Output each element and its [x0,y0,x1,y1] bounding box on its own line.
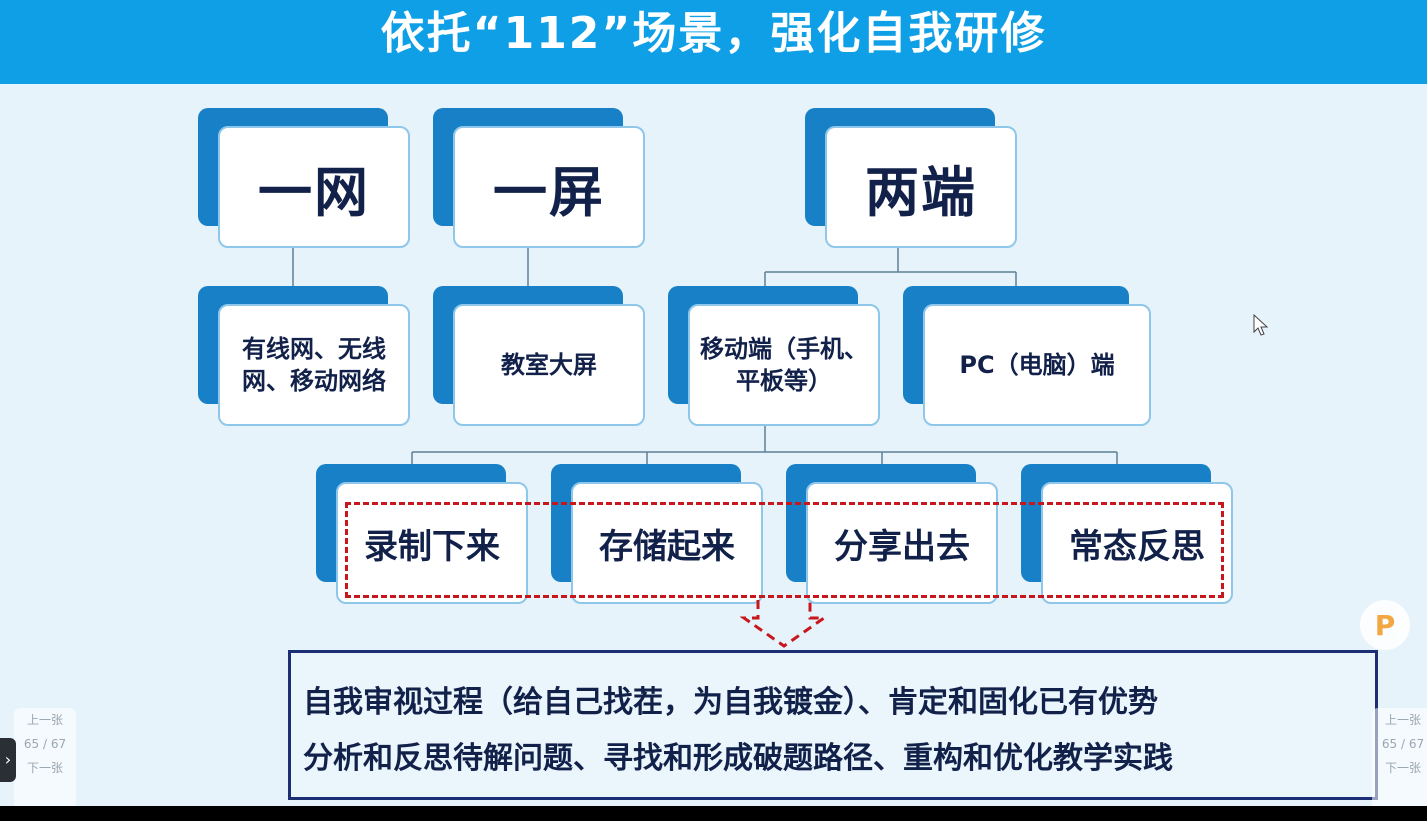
node-mobile: 移动端（手机、 平板等） [668,286,882,428]
node-mobile-label: 移动端（手机、 平板等） [688,304,880,426]
node-yiwang: 一网 [198,108,412,250]
node-yiwang-label: 一网 [218,126,410,248]
node-screen-label: 教室大屏 [453,304,645,426]
node-network-label: 有线网、无线 网、移动网络 [218,304,410,426]
next-slide-button[interactable]: 下一张 [14,756,76,780]
node-pc-label: PC（电脑）端 [923,304,1151,426]
bottom-bar [0,806,1427,821]
side-panel-toggle-icon[interactable]: › [0,738,16,782]
nav-panel-right: 上一张 65 / 67 下一张 [1372,708,1427,818]
nav-panel-left: 上一张 65 / 67 下一张 [14,708,76,818]
page-indicator-right: 65 / 67 [1381,737,1425,751]
next-slide-button-right[interactable]: 下一张 [1372,756,1427,780]
node-pc: PC（电脑）端 [903,286,1153,428]
node-yiping-label: 一屏 [453,126,645,248]
summary-line-2: 分析和反思待解问题、寻找和形成破题路径、重构和优化教学实践 [303,741,1173,776]
down-arrow-icon [740,600,829,648]
prev-slide-button[interactable]: 上一张 [14,708,76,732]
prev-slide-button-right[interactable]: 上一张 [1372,708,1427,732]
summary-box: 自我审视过程（给自己找茬，为自我镀金）、肯定和固化已有优势 分析和反思待解问题、… [288,650,1378,800]
node-liangduan: 两端 [805,108,1019,250]
node-liangduan-label: 两端 [825,126,1017,248]
node-screen: 教室大屏 [433,286,647,428]
node-yiping: 一屏 [433,108,647,250]
mouse-cursor-icon [1253,314,1269,336]
page-indicator-left: 65 / 67 [23,737,67,751]
summary-line-1: 自我审视过程（给自己找茬，为自我镀金）、肯定和固化已有优势 [303,685,1158,720]
app-logo-icon[interactable]: P [1360,600,1410,650]
dashed-group-box [345,502,1224,598]
node-network: 有线网、无线 网、移动网络 [198,286,412,428]
